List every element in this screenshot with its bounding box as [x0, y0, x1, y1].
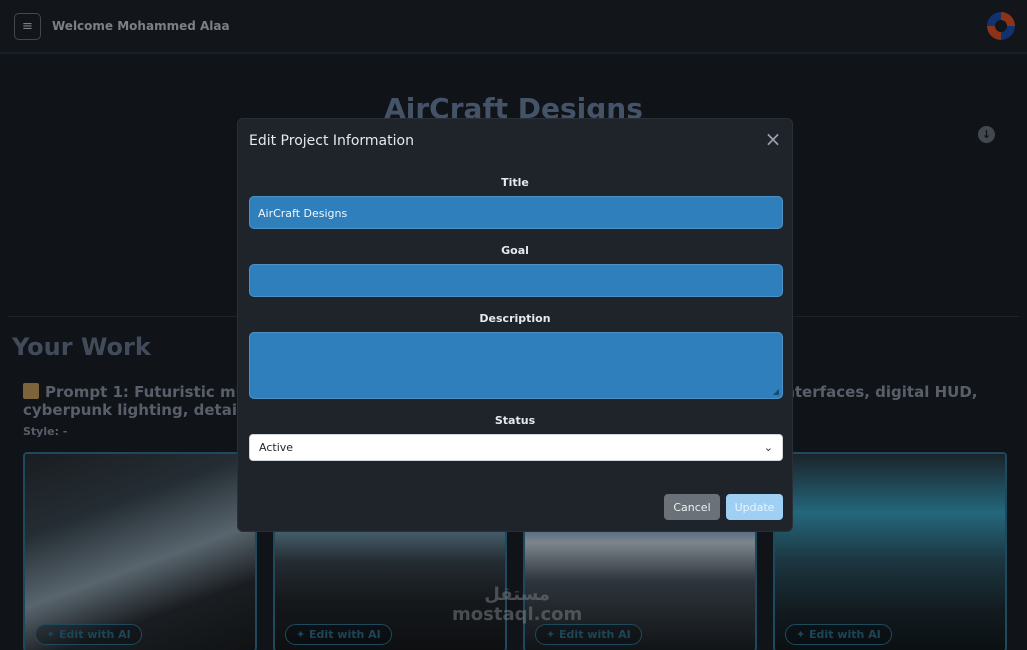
modal-title: Edit Project Information — [249, 133, 414, 149]
edit-project-modal: Edit Project Information × Title AirCraf… — [237, 118, 793, 532]
goal-input[interactable] — [249, 264, 783, 297]
status-label: Status — [494, 414, 536, 427]
goal-label: Goal — [501, 244, 529, 257]
cancel-button[interactable]: Cancel — [664, 494, 720, 520]
description-label: Description — [479, 312, 551, 325]
description-textarea[interactable]: ◢ — [249, 332, 783, 399]
status-value: Active — [259, 441, 294, 454]
status-select[interactable]: Active ⌄ — [249, 434, 783, 461]
title-label: Title — [501, 176, 529, 189]
resize-handle-icon[interactable]: ◢ — [773, 387, 779, 396]
update-button[interactable]: Update — [726, 494, 783, 520]
chevron-down-icon: ⌄ — [763, 441, 773, 454]
close-icon[interactable]: × — [764, 129, 782, 149]
title-input[interactable]: AirCraft Designs — [249, 196, 783, 229]
